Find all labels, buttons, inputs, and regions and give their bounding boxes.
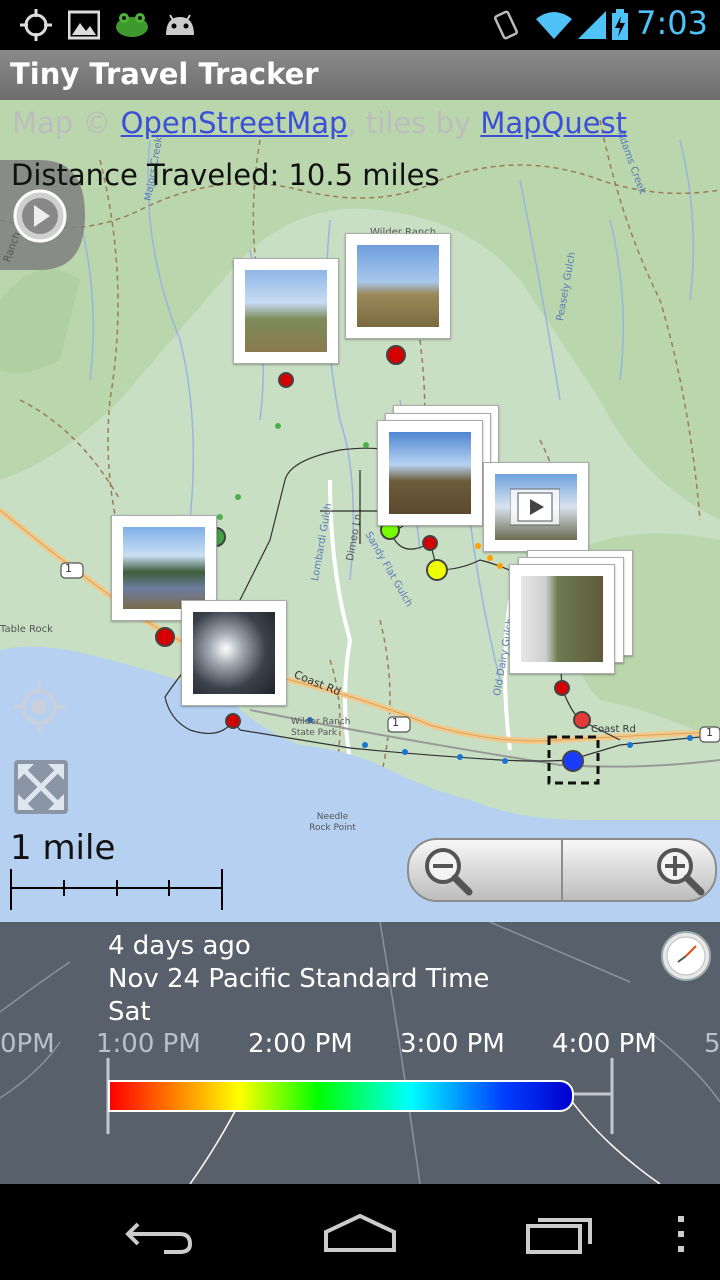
android-icon: [166, 14, 194, 35]
timeline-day: Sat: [108, 997, 151, 1027]
video-film-icon: [510, 488, 560, 526]
route-1-label-3: 1: [706, 726, 713, 739]
tick-label: 4:00 PM: [552, 1029, 657, 1059]
photo-thumbnail[interactable]: [345, 233, 451, 339]
signal-icon: [578, 11, 606, 39]
status-clock: 7:03: [636, 4, 708, 42]
photo-thumbnail[interactable]: [233, 258, 339, 364]
openstreetmap-link[interactable]: OpenStreetMap: [121, 106, 348, 140]
back-icon[interactable]: [124, 1214, 196, 1254]
map-tiles: [0, 100, 720, 922]
tick-label: 0PM: [0, 1029, 55, 1059]
mapquest-link[interactable]: MapQuest: [480, 106, 627, 140]
photo-thumbnail[interactable]: [377, 420, 483, 526]
place-label-needle-rock-point: Needle Rock Point: [309, 812, 356, 833]
road-label-coast-rd-right: Coast Rd: [591, 724, 636, 735]
route-1-label: 1: [65, 562, 72, 575]
app-title-bar: Tiny Travel Tracker: [0, 50, 720, 101]
map-attribution: Map © OpenStreetMap, tiles by MapQuest: [12, 106, 627, 140]
zoom-out-icon[interactable]: [421, 846, 481, 896]
time-range-gradient-bar[interactable]: [108, 1080, 574, 1112]
attribution-mid: , tiles by: [347, 106, 472, 140]
distance-traveled: Distance Traveled: 10.5 miles: [11, 158, 440, 192]
zoom-in-icon[interactable]: [647, 846, 707, 896]
frog-icon: [116, 13, 148, 37]
play-icon[interactable]: [12, 188, 68, 244]
place-label-wilder-ranch-state-park: Wilder Ranch State Park: [291, 717, 351, 738]
place-label-table-rock: Table Rock: [0, 624, 53, 635]
route-1-label-2: 1: [392, 716, 399, 729]
scale-bar: [10, 869, 223, 910]
wifi-icon: [536, 12, 572, 39]
video-thumbnail[interactable]: [483, 462, 589, 552]
rotate-icon: [493, 10, 519, 40]
gps-icon: [20, 9, 52, 41]
clock-icon[interactable]: [660, 930, 712, 982]
recent-apps-icon[interactable]: [524, 1212, 596, 1256]
gallery-icon: [68, 10, 100, 40]
app-title: Tiny Travel Tracker: [10, 57, 319, 91]
status-bar: 7:03: [0, 0, 720, 50]
photo-thumbnail[interactable]: [509, 564, 615, 674]
tick-label: 5: [704, 1029, 720, 1059]
navigation-bar: [0, 1184, 720, 1280]
home-icon[interactable]: [322, 1212, 398, 1254]
timeline-panel[interactable]: 4 days ago Nov 24 Pacific Standard Time …: [0, 922, 720, 1184]
attribution-prefix: Map ©: [12, 106, 112, 140]
battery-charging-icon: [612, 9, 628, 40]
tick-label: 3:00 PM: [400, 1029, 505, 1059]
my-location-icon[interactable]: [10, 678, 68, 736]
tick-label: 1:00 PM: [96, 1029, 201, 1059]
zoom-divider: [561, 840, 563, 900]
fullscreen-icon[interactable]: [14, 760, 68, 814]
timeline-date: Nov 24 Pacific Standard Time: [108, 964, 490, 994]
map-view[interactable]: 1 1 1 Wilder Ranch Adams Creek Peasely G…: [0, 100, 720, 922]
photo-thumbnail[interactable]: [181, 600, 287, 706]
tick-label: 2:00 PM: [248, 1029, 353, 1059]
timeline-relative-date: 4 days ago: [108, 931, 251, 961]
overflow-menu-icon[interactable]: [676, 1214, 686, 1254]
scale-label: 1 mile: [10, 828, 116, 868]
zoom-control: [407, 838, 717, 902]
